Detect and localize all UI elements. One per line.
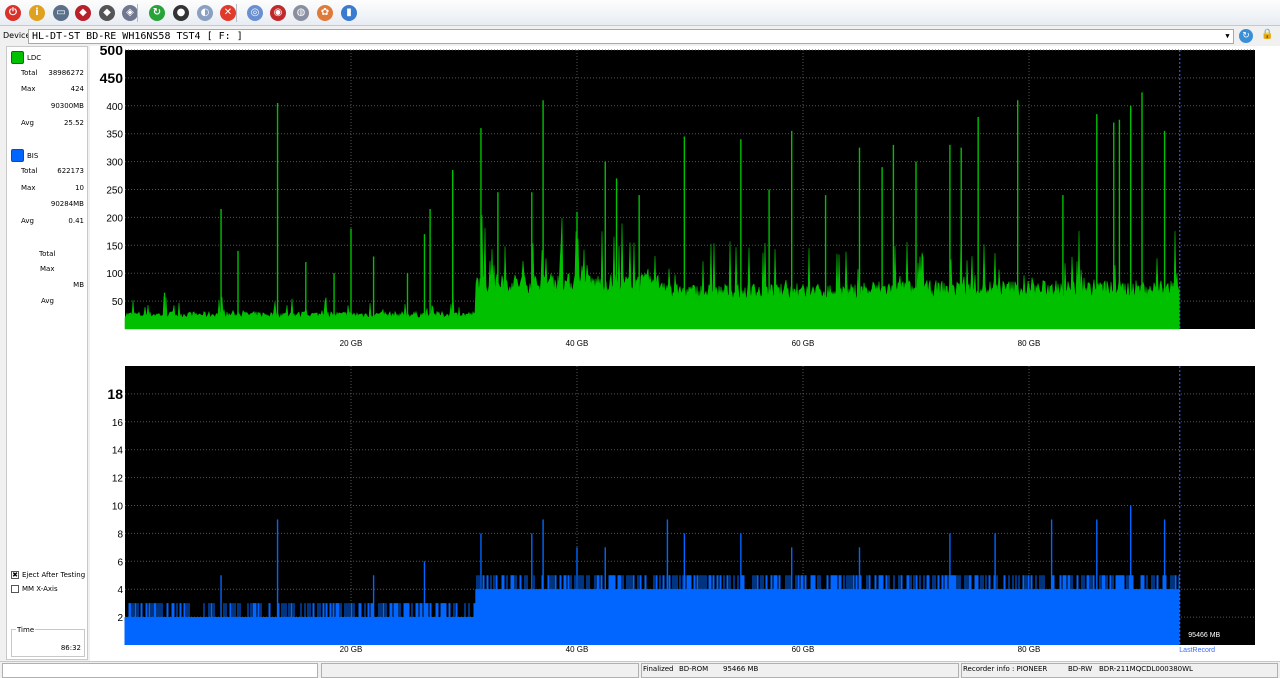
eject-after-testing-checkbox[interactable]: ✖ xyxy=(11,571,19,579)
bis-max-position: 90284MB xyxy=(50,200,84,208)
time-value: 86:32 xyxy=(60,644,81,652)
status-recorder-model: BDR-211MQCDL000380WL xyxy=(1099,665,1193,673)
bis-avg-value: 0.41 xyxy=(68,217,84,225)
disc-tool-icon[interactable]: ◆ xyxy=(97,3,117,23)
ldc-max-position: 90300MB xyxy=(50,102,84,110)
y-tick-label: 400 xyxy=(106,102,123,113)
device-value: HL-DT-ST BD-RE WH16NS58 TST4 [ F: ] xyxy=(32,31,243,42)
y-tick-label: 4 xyxy=(117,585,123,596)
ldc-color-swatch[interactable] xyxy=(11,51,24,64)
ldc-max-value: 424 xyxy=(70,85,84,93)
ldc-total-label: Total xyxy=(21,69,38,77)
x-tick-label: 80 GB xyxy=(1018,339,1041,348)
status-media-type: BD-RW xyxy=(1068,665,1093,673)
y-tick-label: 12 xyxy=(112,474,124,485)
ldc-max-label: Max xyxy=(21,85,36,93)
ldc-total-value: 38986272 xyxy=(48,69,84,77)
y-tick-label: 150 xyxy=(106,241,123,252)
bis-max-value: 10 xyxy=(75,184,84,192)
eject-after-testing-label: Eject After Testing xyxy=(22,571,86,579)
y-tick-label: 300 xyxy=(106,158,123,169)
mm-x-axis-checkbox[interactable] xyxy=(11,585,19,593)
bis-total-label: Total xyxy=(21,167,38,175)
x-tick-label: 20 GB xyxy=(340,645,363,654)
status-bar: Finalized BD-ROM 95466 MB Recorder info … xyxy=(0,661,1280,678)
status-capacity: 95466 MB xyxy=(723,665,759,673)
stats-panel: LDC Total 38986272 Max 424 90300MB Avg 2… xyxy=(6,46,88,660)
burn-icon[interactable]: ◉ xyxy=(268,3,288,23)
info-icon[interactable]: i xyxy=(27,3,47,23)
y-tick-label: 16 xyxy=(112,418,124,429)
eject-icon[interactable]: ◐ xyxy=(195,3,215,23)
y-tick-label: 14 xyxy=(112,446,124,457)
bis-avg-label: Avg xyxy=(21,217,34,225)
chevron-down-icon[interactable]: ▼ xyxy=(1222,30,1233,43)
status-box-blank xyxy=(321,663,639,678)
toolbar-separator xyxy=(137,4,138,22)
y-tick-label: 450 xyxy=(100,70,124,86)
bis-color-swatch[interactable] xyxy=(11,149,24,162)
y-tick-label: 2 xyxy=(117,613,123,624)
disc-info-icon[interactable]: ◎ xyxy=(245,3,265,23)
y-tick-label: 100 xyxy=(106,269,123,280)
status-disc-type: BD-ROM xyxy=(679,665,709,673)
ldc-chart: 50 100 150 200 250 300 350 400 450 500 20 GB 40 GB 6… xyxy=(100,42,1255,348)
bis-label: BIS xyxy=(27,152,39,160)
toolbar-separator xyxy=(236,4,237,22)
end-capacity-label: 95466 MB xyxy=(1188,632,1220,639)
y-tick-label: 50 xyxy=(112,297,124,308)
bis-total-value: 622173 xyxy=(57,167,84,175)
y-tick-label: 200 xyxy=(106,213,123,224)
start-test-icon[interactable]: ↻ xyxy=(147,3,167,23)
chart-icon[interactable]: ▮ xyxy=(339,3,359,23)
y-tick-label: 18 xyxy=(107,386,123,402)
y-tick-label: 500 xyxy=(100,46,124,58)
scan-icon[interactable]: ● xyxy=(171,3,191,23)
last-record-label: LastRecord xyxy=(1179,647,1215,654)
x-tick-label: 20 GB xyxy=(340,339,363,348)
x-tick-label: 40 GB xyxy=(566,645,589,654)
mm-x-axis-label: MM X-Axis xyxy=(22,585,58,593)
third-total-label: Total xyxy=(39,250,56,258)
stop-icon[interactable]: ✕ xyxy=(218,3,238,23)
ldc-avg-value: 25.52 xyxy=(63,119,84,127)
bis-chart: 2 4 6 8 10 12 14 16 18 20 GB 40 GB 60 GB 80 GB 95466 … xyxy=(107,366,1255,654)
y-tick-label: 350 xyxy=(106,130,123,141)
device-bar: Device: HL-DT-ST BD-RE WH16NS58 TST4 [ F… xyxy=(0,27,1280,45)
lock-icon[interactable]: 🔒 xyxy=(1261,29,1273,43)
y-tick-label: 250 xyxy=(106,186,123,197)
x-tick-label: 40 GB xyxy=(566,339,589,348)
ldc-avg-label: Avg xyxy=(21,119,34,127)
x-tick-label: 60 GB xyxy=(792,339,815,348)
power-icon[interactable]: ⏻ xyxy=(3,3,23,23)
ldc-label: LDC xyxy=(27,54,42,62)
x-tick-label: 80 GB xyxy=(1018,645,1041,654)
status-recorder-info: Recorder info : PIONEER xyxy=(963,665,1048,673)
erase-icon[interactable]: ◆ xyxy=(73,3,93,23)
bis-base-block xyxy=(125,617,476,645)
y-tick-label: 10 xyxy=(112,502,124,513)
progress-box xyxy=(2,663,318,678)
y-tick-label: 6 xyxy=(117,557,123,568)
save-icon[interactable]: ◍ xyxy=(291,3,311,23)
status-finalized: Finalized xyxy=(643,665,674,673)
bis-max-label: Max xyxy=(21,184,36,192)
chart-area: 50 100 150 200 250 300 350 400 450 500 20 GB 40 GB 6… xyxy=(90,42,1280,662)
time-label: Time xyxy=(16,626,36,634)
settings-icon[interactable]: ✿ xyxy=(315,3,335,23)
third-max-label: Max xyxy=(40,265,55,273)
bis-base-block xyxy=(475,589,1180,645)
x-tick-label: 60 GB xyxy=(792,645,815,654)
third-mb-label: MB xyxy=(73,281,84,289)
charts-svg: 50 100 150 200 250 300 350 400 450 500 20 GB 40 GB 6… xyxy=(100,42,1255,654)
device-icon[interactable]: ▭ xyxy=(51,3,71,23)
y-tick-label: 8 xyxy=(117,529,123,540)
device-select[interactable]: HL-DT-ST BD-RE WH16NS58 TST4 [ F: ] ▼ xyxy=(28,29,1234,44)
refresh-icon[interactable]: ↻ xyxy=(1239,29,1253,43)
time-group: Time 86:32 xyxy=(11,626,85,657)
third-avg-label: Avg xyxy=(41,297,54,305)
toolbar: ⏻ i ▭ ◆ ◆ ◈ ↻ ● ◐ ✕ ◎ ◉ ◍ ✿ ▮ xyxy=(0,0,1280,26)
